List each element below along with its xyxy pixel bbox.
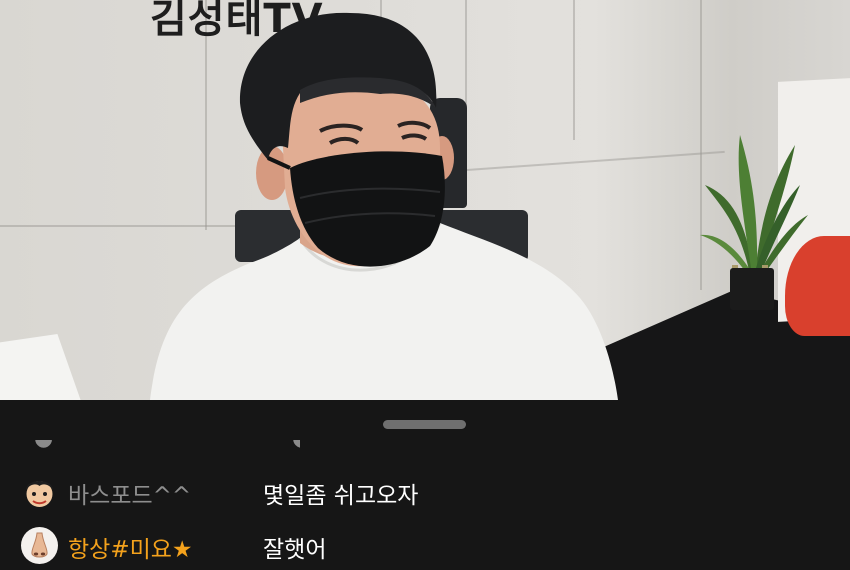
chat-nickname[interactable]: 바스포드^^	[68, 476, 191, 510]
chat-panel[interactable]: ● ● ● 바스포드^^ 몇일좀 쉬고오자 항상#미요★ 잘햇	[0, 400, 850, 568]
chat-message-text: 몇일좀 쉬고오자	[263, 483, 419, 509]
white-object	[0, 334, 82, 400]
streamer-figure	[150, 12, 618, 400]
drag-handle[interactable]	[383, 420, 466, 429]
scrolled-chat-fragment: ● ● ●	[30, 440, 300, 448]
chat-message: 바스포드^^ 몇일좀 쉬고오자	[0, 472, 850, 516]
plant-pot	[730, 268, 774, 310]
chat-message-text: 잘햇어	[263, 537, 327, 563]
chat-message: 항상#미요★ 잘햇어	[0, 526, 850, 570]
cartoon-nose-avatar-icon[interactable]	[21, 527, 58, 564]
cartoon-face-avatar-icon[interactable]	[21, 474, 58, 511]
video-player[interactable]: 김성태TV	[0, 0, 850, 400]
chat-nickname[interactable]: 항상#미요★	[68, 530, 193, 564]
